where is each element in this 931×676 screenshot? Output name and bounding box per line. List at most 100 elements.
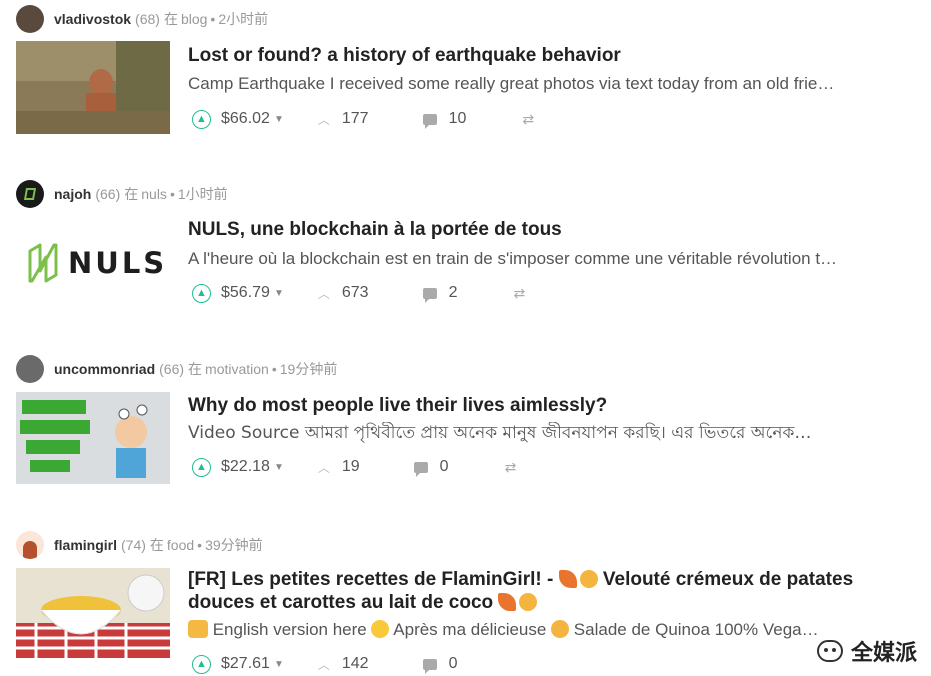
separator-dot: • [169, 186, 175, 202]
post-stats: ▲ $56.79 ▼ ︿ 673 2 ⇄ [192, 281, 525, 305]
category-prefix: 在 [188, 361, 203, 377]
category-link[interactable]: nuls [141, 186, 167, 202]
excerpt-text: Après ma délicieuse [389, 620, 552, 639]
wechat-icon [816, 640, 843, 662]
author-reputation: (66) [159, 361, 185, 377]
post-stats: ▲ $66.02 ▼ ︿ 177 10 ⇄ [192, 107, 534, 131]
comment-icon [422, 113, 437, 129]
bowl-emoji-icon [519, 593, 538, 611]
pointing-hand-emoji-icon [188, 620, 208, 638]
payout-value[interactable]: $56.79 [221, 284, 270, 302]
post-excerpt[interactable]: A l'heure où la blockchain est en train … [188, 248, 918, 270]
payout-value[interactable]: $66.02 [221, 110, 270, 128]
avatar[interactable] [16, 180, 44, 208]
vote-count[interactable]: 19 [342, 458, 360, 476]
post-time: 1小时前 [177, 186, 228, 202]
chevron-down-icon[interactable]: ▼ [274, 114, 284, 125]
votes-icon: ︿ [317, 460, 330, 475]
carrot-emoji-icon [498, 593, 517, 611]
separator-dot: • [271, 361, 277, 377]
nuls-logo-icon [23, 188, 37, 200]
chevron-down-icon[interactable]: ▼ [274, 288, 284, 299]
avatar[interactable] [16, 355, 44, 383]
post-title[interactable]: Lost or found? a history of earthquake b… [188, 44, 921, 67]
avatar[interactable] [16, 5, 44, 33]
bowl-emoji-icon [579, 570, 598, 588]
upvote-icon[interactable]: ▲ [192, 109, 211, 129]
excerpt-text: Salade de Quinoa 100% Vega… [569, 620, 819, 639]
comment-count[interactable]: 2 [449, 284, 458, 302]
chevron-down-icon[interactable]: ▼ [274, 659, 284, 670]
post-time: 39分钟前 [205, 537, 263, 553]
comment-count[interactable]: 10 [449, 110, 467, 128]
category-link[interactable]: motivation [205, 361, 269, 377]
watermark-text: 全媒派 [850, 640, 917, 665]
category-link[interactable]: food [167, 537, 194, 553]
post-thumbnail[interactable] [16, 41, 170, 134]
category-prefix: 在 [149, 537, 164, 553]
author-name[interactable]: uncommonriad [54, 361, 155, 377]
title-text: [FR] Les petites recettes de FlaminGirl!… [188, 569, 559, 590]
post-excerpt[interactable]: Camp Earthquake I received some really g… [188, 73, 918, 95]
category-link[interactable]: blog [181, 11, 207, 27]
author-reputation: (66) [95, 186, 121, 202]
upvote-icon[interactable]: ▲ [192, 654, 211, 674]
separator-dot: • [197, 537, 203, 553]
nuls-logo-text: NULS [68, 246, 168, 280]
payout-value[interactable]: $27.61 [221, 655, 270, 673]
nuls-logo-icon [28, 243, 58, 283]
separator-dot: • [210, 11, 216, 27]
author-reputation: (74) [121, 537, 146, 553]
post-title[interactable]: NULS, une blockchain à la portée de tous [188, 218, 921, 241]
post-meta: uncommonriad (66) 在 motivation • 19分钟前 [16, 354, 337, 384]
author-name[interactable]: flamingirl [54, 537, 117, 553]
post-thumbnail[interactable] [16, 392, 170, 484]
upvote-icon[interactable]: ▲ [192, 457, 211, 477]
post-meta: flamingirl (74) 在 food • 39分钟前 [16, 530, 263, 560]
votes-icon: ︿ [317, 286, 330, 301]
carrot-emoji-icon [558, 570, 577, 588]
vote-count[interactable]: 177 [342, 110, 369, 128]
payout-value[interactable]: $22.18 [221, 458, 270, 476]
comment-count[interactable]: 0 [440, 458, 449, 476]
vote-count[interactable]: 142 [342, 655, 369, 673]
post-thumbnail[interactable]: NULS [16, 217, 170, 309]
comment-icon [422, 658, 437, 674]
author-reputation: (68) [135, 11, 160, 27]
watermark: 全媒派 [816, 635, 917, 667]
title-text: douces et carottes au lait de coco [188, 592, 499, 613]
category-prefix: 在 [124, 186, 139, 202]
post-thumbnail[interactable] [16, 568, 170, 658]
title-text: Velouté crémeux de patates [597, 569, 854, 590]
post-title[interactable]: [FR] Les petites recettes de FlaminGirl!… [188, 568, 921, 614]
sunglasses-emoji-icon [371, 620, 390, 638]
post-time: 19分钟前 [279, 361, 338, 377]
chevron-down-icon[interactable]: ▼ [274, 462, 284, 473]
excerpt-text: English version here [208, 620, 372, 639]
avatar[interactable] [16, 531, 44, 559]
user-avatar-icon [23, 541, 37, 559]
comment-icon [413, 461, 428, 477]
category-prefix: 在 [163, 11, 178, 27]
vote-count[interactable]: 673 [342, 284, 369, 302]
bowl-emoji-icon [551, 620, 570, 638]
reblog-icon[interactable]: ⇄ [505, 459, 517, 476]
author-name[interactable]: vladivostok [54, 11, 131, 27]
author-name[interactable]: najoh [54, 186, 91, 202]
post-meta: najoh (66) 在 nuls • 1小时前 [16, 179, 228, 209]
comment-icon [422, 287, 437, 303]
reblog-icon[interactable]: ⇄ [513, 285, 525, 302]
thumbnail-image [16, 568, 170, 658]
post-excerpt[interactable]: English version here Après ma délicieuse… [188, 619, 918, 641]
post-stats: ▲ $22.18 ▼ ︿ 19 0 ⇄ [192, 455, 516, 479]
thumbnail-image [16, 392, 170, 484]
post-title[interactable]: Why do most people live their lives aiml… [188, 394, 921, 417]
votes-icon: ︿ [317, 657, 330, 672]
reblog-icon[interactable]: ⇄ [522, 111, 534, 128]
upvote-icon[interactable]: ▲ [192, 283, 211, 303]
votes-icon: ︿ [317, 112, 330, 127]
post-stats: ▲ $27.61 ▼ ︿ 142 0 [192, 652, 513, 676]
comment-count[interactable]: 0 [449, 655, 458, 673]
post-excerpt[interactable]: Video Source আমরা পৃথিবীতে প্রায় অনেক ম… [188, 422, 918, 444]
post-time: 2小时前 [218, 11, 269, 27]
